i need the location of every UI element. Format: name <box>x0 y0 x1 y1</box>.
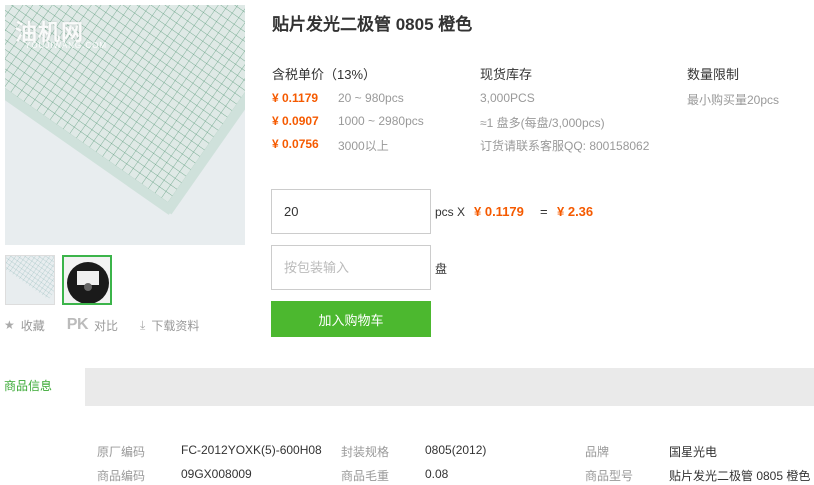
download-label: 下载资料 <box>151 318 200 333</box>
price-tier-row: ¥ 0.0907 1000 ~ 2980pcs <box>272 114 424 128</box>
stock-contact: 订货请联系客服QQ: 800158062 <box>480 139 650 153</box>
thumbnail-reel-image <box>64 257 110 303</box>
info-value: FC-2012YOXK(5)-600H08 <box>181 443 322 457</box>
info-value: 0805(2012) <box>425 443 487 457</box>
calc-total-price: ¥ 2.36 <box>557 204 594 219</box>
calc-equals: = <box>540 204 548 219</box>
tier-price: ¥ 0.1179 <box>272 91 319 105</box>
thumbnail-mat-image <box>6 256 54 304</box>
tier-price: ¥ 0.0756 <box>272 137 319 151</box>
tier-price: ¥ 0.0907 <box>272 114 319 128</box>
favorite-label: 收藏 <box>20 318 45 333</box>
min-order-text: 最小购买量20pcs <box>687 93 780 107</box>
info-value: 国星光电 <box>669 445 718 459</box>
compare-label: 对比 <box>94 318 119 333</box>
info-label: 品牌 <box>585 445 610 459</box>
limit-header: 数量限制 <box>687 67 740 82</box>
package-unit: 盘 <box>435 262 448 276</box>
download-icon: ⤓ <box>140 317 146 332</box>
info-label: 原厂编码 <box>97 445 146 459</box>
quantity-unit: pcs X <box>435 205 466 219</box>
pk-icon: PK <box>66 316 89 333</box>
info-label: 商品型号 <box>585 469 634 483</box>
info-value: 0.08 <box>425 467 449 481</box>
tier-range: 1000 ~ 2980pcs <box>338 114 424 128</box>
stock-reels: ≈1 盘多(每盘/3,000pcs) <box>480 116 605 130</box>
info-label: 商品毛重 <box>341 469 390 483</box>
info-label: 封装规格 <box>341 445 390 459</box>
quantity-input[interactable] <box>271 189 431 234</box>
price-header: 含税单价（13%） <box>272 67 377 82</box>
stock-header: 现货库存 <box>480 67 533 82</box>
package-input[interactable] <box>271 245 431 290</box>
product-title: 贴片发光二极管 0805 橙色 <box>272 15 473 34</box>
info-value: 贴片发光二极管 0805 橙色 <box>669 469 811 483</box>
info-label: 商品编码 <box>97 469 146 483</box>
compare-button[interactable]: PK 对比 <box>67 316 118 334</box>
download-datasheet-button[interactable]: ⤓ 下载资料 <box>140 317 199 334</box>
detail-tab-bar: 商品信息 <box>0 368 814 406</box>
calc-unit-price: ¥ 0.1179 <box>474 204 524 219</box>
favorite-button[interactable]: ★ 收藏 <box>4 317 45 334</box>
thumbnail-2[interactable] <box>62 255 112 305</box>
add-to-cart-button[interactable]: 加入购物车 <box>271 301 431 337</box>
tier-range: 20 ~ 980pcs <box>338 91 404 105</box>
star-icon: ★ <box>4 318 15 332</box>
tab-product-info[interactable]: 商品信息 <box>0 368 85 406</box>
thumbnail-1[interactable] <box>5 255 55 305</box>
price-tier-row: ¥ 0.1179 20 ~ 980pcs <box>272 91 404 105</box>
info-value: 09GX008009 <box>181 467 252 481</box>
watermark-subtext: YOUJIWANG.COM <box>25 41 108 50</box>
product-actions: ★ 收藏 PK 对比 ⤓ 下载资料 <box>4 316 221 334</box>
product-main-image: 油机网 YOUJIWANG.COM <box>5 5 245 245</box>
stock-quantity: 3,000PCS <box>480 91 535 105</box>
price-tier-row: ¥ 0.0756 3000以上 <box>272 137 389 154</box>
tier-range: 3000以上 <box>338 139 389 153</box>
